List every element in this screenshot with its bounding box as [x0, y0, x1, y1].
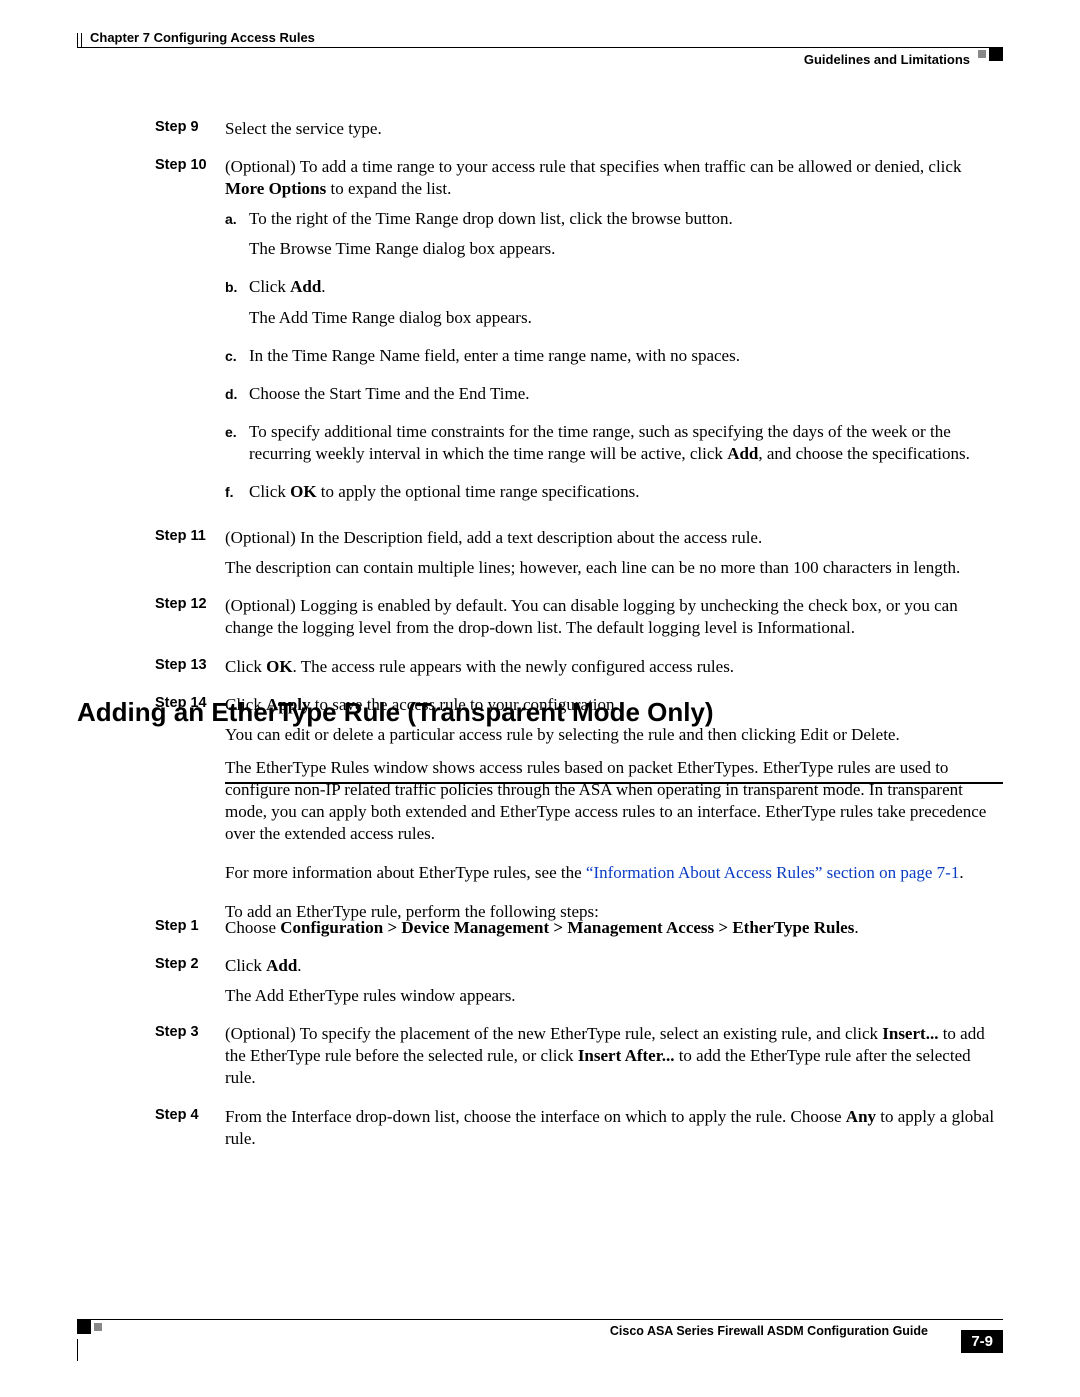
- footer-box-inner: [94, 1323, 102, 1331]
- header-right-box-inner: [978, 50, 986, 58]
- header-left-marker: [77, 33, 82, 47]
- sub-list: a. To the right of the Time Range drop d…: [225, 208, 1003, 511]
- footer-rule: [77, 1319, 1003, 1320]
- page: Chapter 7 Configuring Access Rules Guide…: [0, 0, 1080, 1397]
- step-label: Step 1: [155, 917, 225, 947]
- sub-letter: a.: [225, 208, 249, 268]
- cross-ref-link[interactable]: “Information About Access Rules” section…: [586, 863, 959, 882]
- sub-b: b. Click Add. The Add Time Range dialog …: [225, 276, 1003, 336]
- content-block-3: Step 1 Choose Configuration > Device Man…: [155, 917, 1003, 1166]
- footer-box-outer: [77, 1320, 91, 1334]
- sub-text: To specify additional time constraints f…: [249, 421, 1003, 473]
- step-label: Step 4: [155, 1106, 225, 1158]
- sub-e: e. To specify additional time constraint…: [225, 421, 1003, 473]
- section-heading: Adding an EtherType Rule (Transparent Mo…: [77, 697, 1003, 728]
- step-2: Step 2 Click Add. The Add EtherType rule…: [155, 955, 1003, 1015]
- sub-text: Click Add. The Add Time Range dialog box…: [249, 276, 1003, 336]
- step-label: Step 2: [155, 955, 225, 1015]
- step-body: Click Add. The Add EtherType rules windo…: [225, 955, 1003, 1015]
- step-label: Step 12: [155, 595, 225, 647]
- sub-text: In the Time Range Name field, enter a ti…: [249, 345, 1003, 375]
- header-chapter: Chapter 7 Configuring Access Rules: [90, 30, 315, 45]
- step-text: Select the service type.: [225, 118, 1003, 140]
- step-3: Step 3 (Optional) To specify the placeme…: [155, 1023, 1003, 1097]
- sub-f: f. Click OK to apply the optional time r…: [225, 481, 1003, 511]
- sub-letter: b.: [225, 276, 249, 336]
- header-right-box: [989, 47, 1003, 61]
- step-label: Step 10: [155, 156, 225, 519]
- step-text: (Optional) To add a time range to your a…: [225, 156, 1003, 200]
- content-block-1: Step 9 Select the service type. Step 10 …: [155, 118, 1003, 784]
- intro-p1: The EtherType Rules window shows access …: [225, 757, 1003, 845]
- sub-text: To the right of the Time Range drop down…: [249, 208, 1003, 268]
- footer-book-title: Cisco ASA Series Firewall ASDM Configura…: [610, 1324, 928, 1338]
- step-body: Click OK. The access rule appears with t…: [225, 656, 1003, 686]
- sub-d: d. Choose the Start Time and the End Tim…: [225, 383, 1003, 413]
- footer-page-number: 7-9: [961, 1330, 1003, 1353]
- step-4: Step 4 From the Interface drop-down list…: [155, 1106, 1003, 1158]
- sub-letter: c.: [225, 345, 249, 375]
- step-body: (Optional) To specify the placement of t…: [225, 1023, 1003, 1097]
- step-9: Step 9 Select the service type.: [155, 118, 1003, 148]
- step-body: (Optional) In the Description field, add…: [225, 527, 1003, 587]
- step-label: Step 13: [155, 656, 225, 686]
- content-block-2: The EtherType Rules window shows access …: [225, 740, 1003, 932]
- step-12: Step 12 (Optional) Logging is enabled by…: [155, 595, 1003, 647]
- sub-text: Click OK to apply the optional time rang…: [249, 481, 1003, 511]
- step-body: (Optional) Logging is enabled by default…: [225, 595, 1003, 647]
- step-label: Step 9: [155, 118, 225, 148]
- sub-letter: d.: [225, 383, 249, 413]
- step-body: Select the service type.: [225, 118, 1003, 148]
- step-body: From the Interface drop-down list, choos…: [225, 1106, 1003, 1158]
- footer-left-bar: [77, 1339, 78, 1361]
- step-10: Step 10 (Optional) To add a time range t…: [155, 156, 1003, 519]
- step-label: Step 11: [155, 527, 225, 587]
- sub-c: c. In the Time Range Name field, enter a…: [225, 345, 1003, 375]
- header-section-title: Guidelines and Limitations: [804, 52, 970, 67]
- step-label: Step 3: [155, 1023, 225, 1097]
- sub-letter: f.: [225, 481, 249, 511]
- sub-text: Choose the Start Time and the End Time.: [249, 383, 1003, 413]
- step-1: Step 1 Choose Configuration > Device Man…: [155, 917, 1003, 947]
- sub-a: a. To the right of the Time Range drop d…: [225, 208, 1003, 268]
- step-13: Step 13 Click OK. The access rule appear…: [155, 656, 1003, 686]
- sub-letter: e.: [225, 421, 249, 473]
- step-body: Choose Configuration > Device Management…: [225, 917, 1003, 947]
- step-body: (Optional) To add a time range to your a…: [225, 156, 1003, 519]
- header-rule: [77, 47, 1003, 48]
- intro-p2: For more information about EtherType rul…: [225, 862, 1003, 884]
- step-11: Step 11 (Optional) In the Description fi…: [155, 527, 1003, 587]
